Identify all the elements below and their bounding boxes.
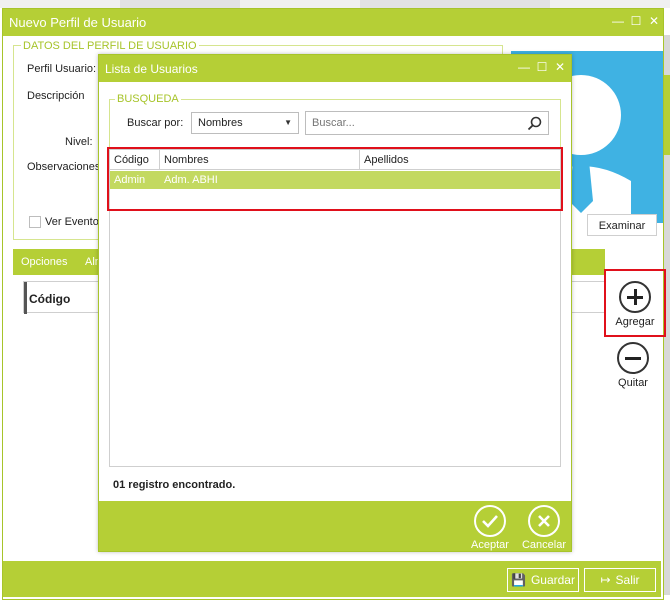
nivel-label: Nivel: — [65, 136, 93, 148]
agregar-button[interactable]: Agregar — [604, 269, 666, 337]
aceptar-button[interactable]: Aceptar — [465, 505, 515, 551]
dialog-minimize-icon[interactable]: — — [517, 60, 531, 74]
x-circle-icon — [528, 505, 560, 537]
agregar-label: Agregar — [615, 316, 655, 328]
search-group-legend: BUSQUEDA — [115, 93, 181, 105]
guardar-button[interactable]: 💾 Guardar — [507, 568, 579, 592]
perfil-usuario-label: Perfil Usuario: — [27, 63, 97, 75]
exit-icon: ↦ — [600, 573, 611, 587]
ver-eventos-label: Ver Eventos — [45, 216, 105, 228]
dialog-title: Lista de Usuarios — [105, 62, 198, 76]
dialog-maximize-icon[interactable]: ☐ — [535, 60, 549, 74]
buscar-por-label: Buscar por: — [127, 117, 184, 129]
search-field[interactable] — [305, 111, 549, 135]
profile-group-legend: DATOS DEL PERFIL DE USUARIO — [21, 40, 199, 52]
background-tab — [120, 0, 240, 8]
check-icon — [474, 505, 506, 537]
buscar-por-selected: Nombres — [198, 117, 243, 129]
search-input[interactable] — [312, 117, 512, 129]
maximize-icon[interactable]: ☐ — [629, 14, 643, 28]
cancelar-label: Cancelar — [521, 539, 567, 551]
background-app-strip — [0, 0, 670, 8]
guardar-label: Guardar — [530, 573, 575, 587]
cancelar-button[interactable]: Cancelar — [519, 505, 569, 551]
options-grid-codigo-header: Código — [29, 292, 71, 306]
descripcion-label: Descripción — [27, 90, 85, 102]
main-title-bar: Nuevo Perfil de Usuario — ☐ ✕ — [3, 9, 663, 36]
ver-eventos-checkbox[interactable] — [29, 216, 41, 228]
plus-icon — [619, 281, 651, 313]
buscar-por-select[interactable]: Nombres ▼ — [191, 112, 299, 134]
main-bottom-bar: 💾 Guardar ↦ Salir — [3, 561, 661, 597]
tab-opciones[interactable]: Opciones — [21, 256, 67, 268]
search-icon[interactable] — [527, 116, 542, 131]
dialog-close-icon[interactable]: ✕ — [553, 60, 567, 74]
salir-button[interactable]: ↦ Salir — [584, 568, 656, 592]
dropdown-arrow-icon: ▼ — [284, 118, 292, 127]
quitar-button[interactable]: Quitar — [602, 342, 664, 394]
save-icon: 💾 — [511, 573, 526, 587]
observaciones-label: Observaciones: — [27, 161, 104, 173]
quitar-label: Quitar — [618, 377, 648, 389]
main-window-title: Nuevo Perfil de Usuario — [9, 15, 147, 30]
examinar-button[interactable]: Examinar — [587, 214, 657, 236]
minus-icon — [617, 342, 649, 374]
minimize-icon[interactable]: — — [611, 14, 625, 28]
background-tab — [360, 0, 550, 8]
aceptar-label: Aceptar — [471, 539, 509, 551]
lista-usuarios-dialog: Lista de Usuarios — ☐ ✕ BUSQUEDA Buscar … — [98, 54, 572, 552]
record-count: 01 registro encontrado. — [113, 479, 236, 491]
close-icon[interactable]: ✕ — [647, 14, 661, 28]
dialog-title-bar: Lista de Usuarios — ☐ ✕ — [99, 55, 571, 82]
dialog-footer: Aceptar Cancelar — [99, 501, 571, 551]
grid-highlight-annotation — [107, 147, 563, 211]
salir-label: Salir — [615, 573, 640, 587]
